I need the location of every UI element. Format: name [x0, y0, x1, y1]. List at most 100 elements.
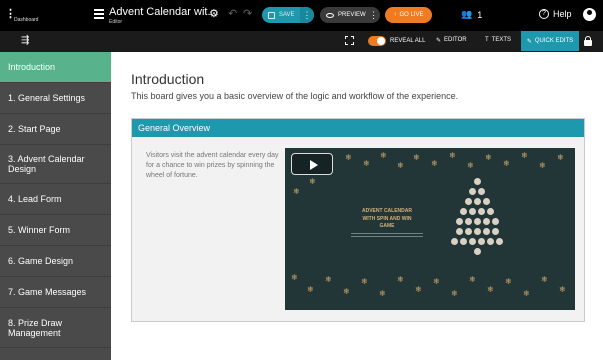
calendar-day-dot: [473, 248, 481, 255]
calendar-day-dot: [491, 228, 499, 235]
editor-button[interactable]: ✎ EDITOR: [436, 37, 467, 44]
text-icon: T: [485, 37, 489, 43]
settings-gear-icon[interactable]: ⚙: [209, 9, 219, 20]
snowflake-icon: ❄: [449, 151, 456, 160]
save-button[interactable]: SAVE ⋮: [262, 7, 314, 23]
snowflake-icon: ❄: [380, 151, 387, 160]
calendar-day-dot: [473, 218, 481, 225]
sidebar-item-label: 4. Lead Form: [8, 194, 62, 204]
calendar-day-dot: [455, 228, 463, 235]
snowflake-icon: ❄: [309, 177, 316, 186]
sidebar-item-label: 6. Game Design: [8, 256, 74, 266]
calendar-day-dot: [460, 238, 467, 245]
reveal-all-label: REVEAL ALL: [390, 38, 426, 44]
dashboard-link[interactable]: Dashboard: [14, 17, 38, 23]
app-window: ⋮ Dashboard Advent Calendar wit... Edito…: [0, 0, 603, 360]
save-options-icon[interactable]: ⋮: [300, 7, 314, 23]
snowflake-icon: ❄: [291, 273, 298, 282]
video-title: ADVENT CALENDAR WITH SPIN AND WIN GAME: [362, 208, 412, 229]
editor-toolbar: ⇶ REVEAL ALL ✎ EDITOR T TEXTS: [0, 31, 603, 52]
snowflake-icon: ❄: [345, 153, 352, 162]
sidebar-item-winner-form[interactable]: 5. Winner Form: [0, 215, 111, 246]
sidebar-item-label: 1. General Settings: [8, 93, 86, 103]
help-label: Help: [553, 9, 572, 19]
calendar-day-dot: [451, 238, 458, 245]
sidebar-item-label: 7. Game Messages: [8, 287, 87, 297]
editor-label: EDITOR: [444, 37, 467, 43]
calendar-day-dot: [478, 238, 485, 245]
snowflake-icon: ❄: [363, 159, 370, 168]
snowflake-icon: ❄: [415, 285, 422, 294]
project-subtitle: Editor: [109, 19, 123, 25]
calendar-day-dot: [482, 198, 490, 205]
snowflake-icon: ❄: [343, 287, 350, 296]
sidebar-item-prize-draw-management[interactable]: 8. Prize Draw Management: [0, 308, 111, 348]
quick-edits-label: QUICK EDITS: [534, 38, 574, 44]
up-arrow-icon: ↑: [393, 12, 397, 18]
reveal-all-toggle[interactable]: [368, 36, 386, 46]
snowflake-icon: ❄: [485, 153, 492, 162]
snowflake-icon: ❄: [397, 161, 404, 170]
project-title: Advent Calendar wit...: [109, 6, 217, 18]
snowflake-icon: ❄: [325, 275, 332, 284]
snowflake-icon: ❄: [451, 289, 458, 298]
users-count: 1: [477, 9, 483, 20]
lock-icon[interactable]: [584, 36, 592, 46]
calendar-day-dot: [473, 178, 481, 185]
users-icon: 👥: [461, 9, 473, 19]
intro-video[interactable]: ADVENT CALENDAR WITH SPIN AND WIN GAME ❄…: [285, 148, 575, 310]
sidebar-item-label: 3. Advent Calendar Design: [8, 154, 85, 174]
page-title: Introduction: [131, 71, 205, 87]
eye-icon: [326, 12, 334, 18]
help-button[interactable]: ? Help: [539, 9, 572, 19]
top-bar: ⋮ Dashboard Advent Calendar wit... Edito…: [0, 0, 603, 31]
snowflake-icon: ❄: [467, 161, 474, 170]
snowflake-icon: ❄: [293, 187, 300, 196]
redo-icon[interactable]: ↷: [243, 9, 252, 20]
save-disk-icon: [268, 11, 275, 19]
texts-button[interactable]: T TEXTS: [485, 37, 511, 43]
snowflake-icon: ❄: [397, 275, 404, 284]
structure-tree-icon[interactable]: ⇶: [21, 36, 29, 46]
quick-edits-button[interactable]: ✎ QUICK EDITS: [521, 31, 579, 51]
snowflake-icon: ❄: [431, 159, 438, 168]
texts-label: TEXTS: [491, 37, 512, 43]
fullscreen-icon[interactable]: [345, 36, 354, 45]
undo-icon[interactable]: ↶: [228, 9, 237, 20]
quick-edits-pencil-icon: ✎: [526, 38, 532, 45]
play-icon[interactable]: [291, 153, 333, 175]
sidebar-item-label: 2. Start Page: [8, 124, 61, 134]
calendar-day-dot: [464, 228, 472, 235]
sidebar-item-general-settings[interactable]: 1. General Settings: [0, 83, 111, 114]
snowflake-icon: ❄: [307, 285, 314, 294]
calendar-day-dot: [469, 238, 476, 245]
snowflake-icon: ❄: [487, 285, 494, 294]
preview-label: PREVIEW: [338, 12, 366, 18]
snowflake-icon: ❄: [503, 159, 510, 168]
panel-header: General Overview: [132, 119, 584, 137]
collaborators-indicator[interactable]: 👥 1: [461, 9, 482, 20]
sidebar-item-lead-form[interactable]: 4. Lead Form: [0, 184, 111, 215]
hamburger-menu-icon[interactable]: [94, 9, 104, 19]
calendar-day-dot: [455, 218, 463, 225]
sidebar: Introduction 1. General Settings 2. Star…: [0, 52, 111, 360]
sidebar-item-start-page[interactable]: 2. Start Page: [0, 114, 111, 145]
calendar-day-dot: [487, 208, 494, 215]
user-avatar[interactable]: [583, 8, 596, 21]
sidebar-item-game-design[interactable]: 6. Game Design: [0, 246, 111, 277]
go-live-label: GO LIVE: [399, 12, 424, 18]
number-tree-graphic: [443, 178, 513, 278]
calendar-day-dot: [460, 208, 467, 215]
snowflake-icon: ❄: [523, 289, 530, 298]
sidebar-item-introduction[interactable]: Introduction: [0, 52, 111, 83]
preview-button[interactable]: PREVIEW ⋮: [320, 7, 380, 23]
calendar-day-dot: [478, 188, 485, 195]
sidebar-item-label: Introduction: [8, 62, 56, 72]
calendar-day-dot: [464, 198, 472, 205]
sidebar-item-advent-calendar-design[interactable]: 3. Advent Calendar Design: [0, 145, 111, 184]
go-live-button[interactable]: ↑ GO LIVE: [385, 7, 432, 23]
snowflake-icon: ❄: [433, 277, 440, 286]
preview-options-icon[interactable]: ⋮: [369, 7, 378, 23]
sidebar-item-game-messages[interactable]: 7. Game Messages: [0, 277, 111, 308]
calendar-day-dot: [464, 218, 472, 225]
